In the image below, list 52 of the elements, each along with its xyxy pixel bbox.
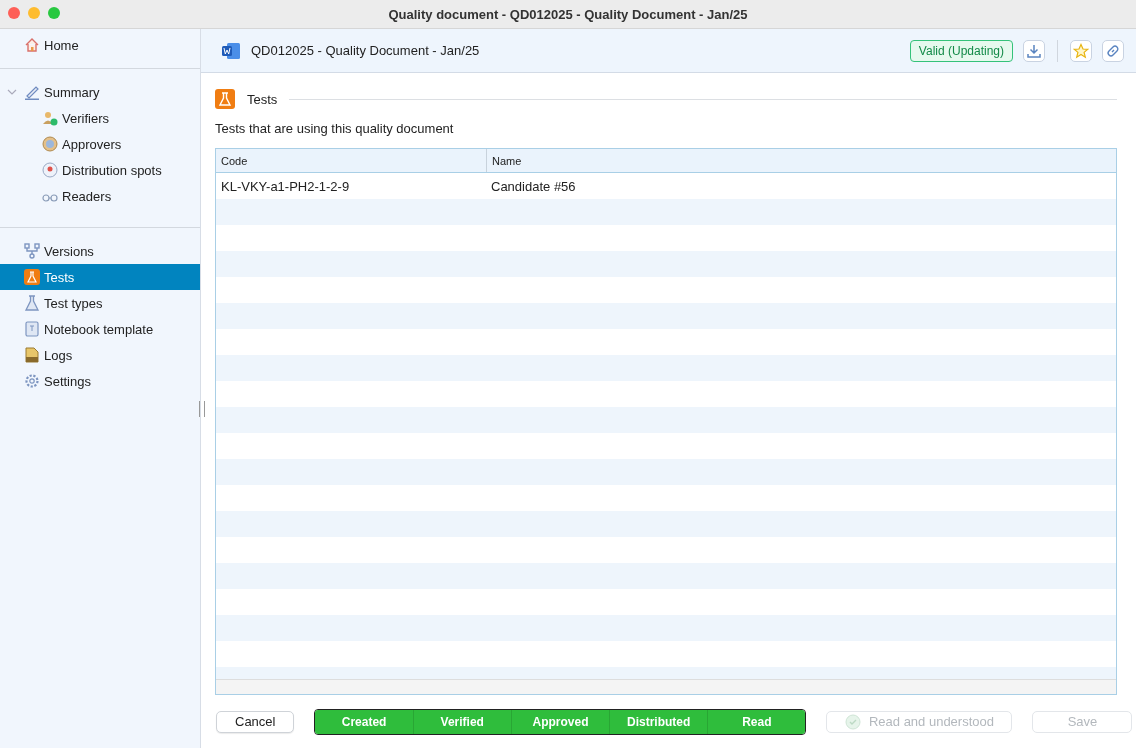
- download-button[interactable]: [1023, 39, 1045, 62]
- flask-icon: [24, 269, 40, 285]
- window-title: Quality document - QD012025 - Quality Document - Jan/25: [388, 6, 748, 22]
- section-title: Tests: [247, 91, 278, 107]
- document-title: QD012025 - Quality Document - Jan/25: [251, 43, 481, 58]
- table-cell-text: Candidate #56: [490, 178, 577, 194]
- sidebar-item[interactable]: Readers: [0, 183, 200, 209]
- section-description: Tests that are using this quality document: [215, 121, 455, 136]
- sidebar-item[interactable]: Approvers: [0, 131, 200, 157]
- chevron-icon[interactable]: [7, 87, 17, 97]
- table-cell-text: KL-VKY-a1-PH2-1-2-9: [220, 178, 351, 194]
- document-icon: [24, 347, 40, 363]
- workflow-step: Created: [315, 709, 414, 734]
- person-check-icon: [42, 110, 58, 126]
- download-icon: [1026, 42, 1042, 59]
- workflow-step: Approved: [511, 709, 611, 734]
- status-badge: Valid (Updating): [909, 39, 1013, 62]
- close-button[interactable]: [8, 7, 20, 19]
- workflow-step: Verified: [413, 709, 512, 734]
- workflow-step: Read: [708, 709, 806, 734]
- notebook-icon: [24, 321, 40, 337]
- house-icon: [24, 37, 40, 53]
- column-header[interactable]: Name: [487, 149, 1116, 172]
- badge-icon: [42, 136, 58, 152]
- workflow-step: Distributed: [610, 709, 709, 734]
- zoom-button[interactable]: [48, 7, 60, 19]
- column-header[interactable]: Code: [216, 149, 487, 172]
- resize-handle[interactable]: [199, 401, 205, 417]
- sidebar-item[interactable]: Summary: [0, 79, 200, 105]
- sidebar-item[interactable]: Logs: [0, 342, 200, 368]
- cancel-button[interactable]: Cancel: [216, 710, 295, 733]
- sidebar-item[interactable]: Notebook template: [0, 316, 200, 342]
- link-button[interactable]: [1102, 39, 1124, 62]
- pencil-icon: [24, 84, 40, 100]
- word-document-icon: [221, 41, 241, 60]
- sidebar-item[interactable]: Tests: [0, 264, 200, 290]
- check-circle-icon: [844, 713, 861, 730]
- sidebar-item[interactable]: Distribution spots: [0, 157, 200, 183]
- link-icon: [1105, 42, 1121, 59]
- sidebar-item[interactable]: Verifiers: [0, 105, 200, 131]
- sidebar-item[interactable]: Home: [0, 32, 200, 58]
- sidebar-item[interactable]: Test types: [0, 290, 200, 316]
- minimize-button[interactable]: [28, 7, 40, 19]
- flask-icon: [24, 295, 40, 311]
- sidebar-item[interactable]: Settings: [0, 368, 200, 394]
- location-pin-icon: [42, 162, 58, 178]
- favorite-button[interactable]: [1070, 39, 1092, 62]
- settings-icon: [24, 373, 40, 389]
- flask-icon: [215, 89, 235, 109]
- branch-icon: [24, 243, 40, 259]
- sidebar-item[interactable]: Versions: [0, 238, 200, 264]
- star-icon: [1073, 42, 1089, 59]
